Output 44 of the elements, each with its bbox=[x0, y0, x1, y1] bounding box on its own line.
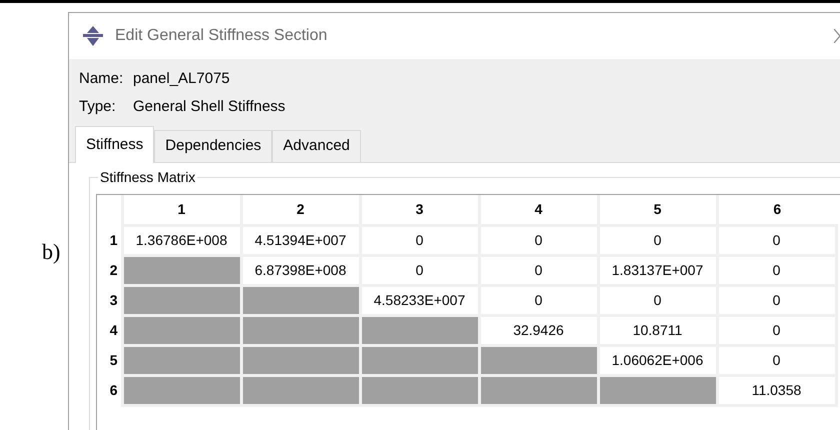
table-cell: 0 bbox=[360, 225, 479, 255]
table-cell: 0 bbox=[717, 285, 836, 315]
table-cell: 10.8711 bbox=[598, 315, 717, 345]
column-header: 5 bbox=[598, 195, 717, 225]
row-header: 2 bbox=[97, 255, 122, 285]
column-header: 3 bbox=[360, 195, 479, 225]
row-header: 5 bbox=[97, 345, 122, 375]
table-cell: 11.0358 bbox=[717, 375, 836, 405]
tab[interactable]: Stiffness bbox=[75, 126, 154, 163]
row-header: 4 bbox=[97, 315, 122, 345]
field-label: Name: bbox=[79, 69, 124, 89]
table-cell: 6.87398E+008 bbox=[241, 255, 360, 285]
app-logo-icon bbox=[81, 26, 105, 46]
table-cell: 0 bbox=[479, 225, 598, 255]
table-cell: 0 bbox=[717, 255, 836, 285]
row-header: 1 bbox=[97, 225, 122, 255]
row-header: 6 bbox=[97, 375, 122, 405]
table-cell: 0 bbox=[717, 315, 836, 345]
table-cell: 0 bbox=[598, 225, 717, 255]
tab[interactable]: Advanced bbox=[272, 130, 361, 162]
field-value: General Shell Stiffness bbox=[133, 97, 286, 117]
table-cell: 0 bbox=[717, 345, 836, 375]
column-header: 2 bbox=[241, 195, 360, 225]
table-cell: 1.83137E+007 bbox=[598, 255, 717, 285]
table-cell: 32.9426 bbox=[479, 315, 598, 345]
window-title: Edit General Stiffness Section bbox=[115, 26, 328, 46]
table-cell: 1.36786E+008 bbox=[122, 225, 241, 255]
figure-label: b) bbox=[42, 241, 62, 263]
table-cell: 0 bbox=[717, 225, 836, 255]
field-label: Type: bbox=[79, 97, 117, 117]
table-cell: 4.58233E+007 bbox=[360, 285, 479, 315]
field-value: panel_AL7075 bbox=[133, 69, 230, 89]
table-cell: 0 bbox=[479, 285, 598, 315]
table-cell: 0 bbox=[360, 255, 479, 285]
table-cell: 1.06062E+006 bbox=[598, 345, 717, 375]
column-header: 1 bbox=[122, 195, 241, 225]
table-cell: 0 bbox=[598, 285, 717, 315]
row-header: 3 bbox=[97, 285, 122, 315]
table-cell: 4.51394E+007 bbox=[241, 225, 360, 255]
close-icon[interactable] bbox=[834, 29, 840, 43]
tab[interactable]: Dependencies bbox=[154, 130, 272, 162]
column-header: 4 bbox=[479, 195, 598, 225]
column-header: 6 bbox=[717, 195, 836, 225]
table-cell: 0 bbox=[479, 255, 598, 285]
